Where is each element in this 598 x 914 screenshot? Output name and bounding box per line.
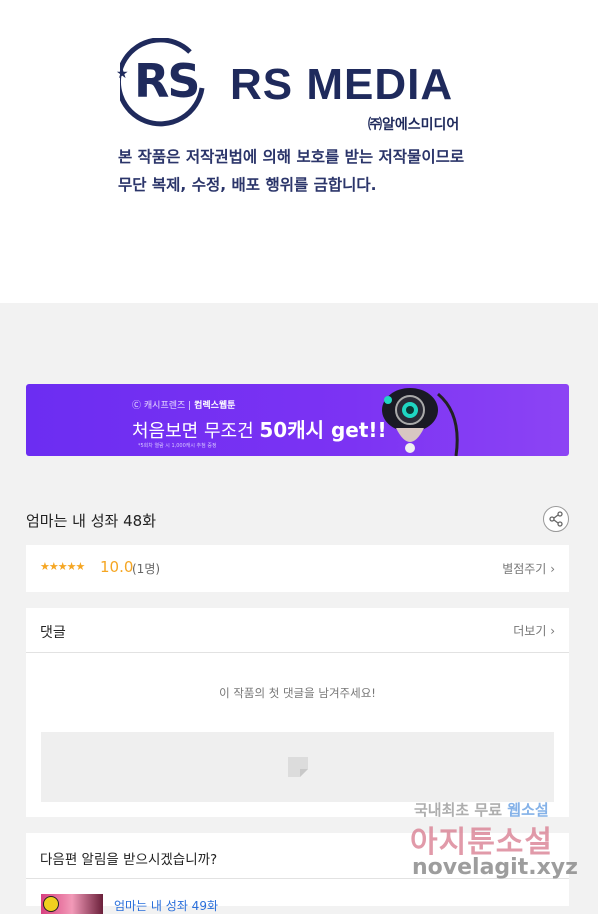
logo-subname: ㈜알에스미디어 [368, 117, 460, 133]
banner-brand-1: 캐시프렌즈 [143, 401, 186, 411]
episode-title: 엄마는 내 성좌 48화 [26, 512, 156, 530]
clock-icon [43, 896, 59, 912]
comments-more-button[interactable]: 더보기 › [513, 622, 555, 639]
rate-button-label: 별점주기 [502, 562, 547, 576]
banner-brand-2: 컴렉스웹툰 [194, 401, 236, 411]
copyright-line-1: 본 작품은 저작권법에 의해 보호를 받는 저작물이므로 [118, 148, 465, 166]
chevron-right-icon: › [550, 624, 555, 638]
rating-stars: ★★★★★ [40, 560, 85, 573]
banner-character-illustration [382, 388, 459, 456]
comments-title: 댓글 [40, 625, 66, 641]
rating-count: (1명) [132, 562, 161, 576]
banner-headline: 처음보면 무조건 50캐시 get!! [132, 414, 387, 443]
banner-headline-pre: 처음보면 무조건 [132, 421, 254, 442]
copyright-notice: 본 작품은 저작권법에 의해 보호를 받는 저작물이므로 무단 복제, 수정, … [118, 143, 488, 199]
episode-header: 엄마는 내 성좌 48화 [26, 505, 569, 535]
comment-placeholder-icon [288, 757, 308, 777]
share-button[interactable] [543, 506, 569, 532]
comments-card: 댓글 더보기 › 이 작품의 첫 댓글을 남겨주세요! [26, 608, 569, 817]
rating-card: ★★★★★ 10.0 (1명) 별점주기 › [26, 545, 569, 592]
banner-brand: Ⓒ 캐시프렌즈 | 컴렉스웹툰 [132, 401, 236, 411]
rs-media-logo: ★ RS RS MEDIA ㈜알에스미디어 [116, 36, 486, 136]
rating-score: 10.0 [100, 558, 134, 576]
comments-more-label: 더보기 [513, 624, 547, 638]
site-watermark: 국내최초 무료 웹소설 아지툰소설 novelagit.xyz [410, 797, 578, 889]
comment-input-box[interactable] [41, 732, 554, 802]
share-icon [549, 511, 563, 527]
watermark-url: novelagit.xyz [412, 855, 578, 880]
chevron-right-icon: › [550, 562, 555, 576]
cash-friends-icon: Ⓒ [132, 401, 142, 411]
copyright-line-2: 무단 복제, 수정, 배포 행위를 금합니다. [118, 176, 377, 194]
next-episode-thumbnail[interactable] [41, 894, 103, 914]
logo-name: RS MEDIA [230, 60, 454, 109]
comments-header: 댓글 더보기 › [26, 608, 569, 653]
notify-question: 다음편 알림을 받으시겠습니까? [40, 852, 218, 868]
promo-banner[interactable]: Ⓒ 캐시프렌즈 | 컴렉스웹툰 처음보면 무조건 50캐시 get!! *5회차… [26, 384, 569, 456]
logo-initials: RS [134, 54, 201, 108]
banner-note: *5회차 열람 시 1,000캐시 추첨 증정 [138, 443, 217, 449]
rate-button[interactable]: 별점주기 › [502, 560, 555, 577]
copyright-section: ★ RS RS MEDIA ㈜알에스미디어 본 작품은 저작권법에 의해 보호를… [0, 0, 598, 303]
comments-empty-message: 이 작품의 첫 댓글을 남겨주세요! [219, 686, 376, 700]
